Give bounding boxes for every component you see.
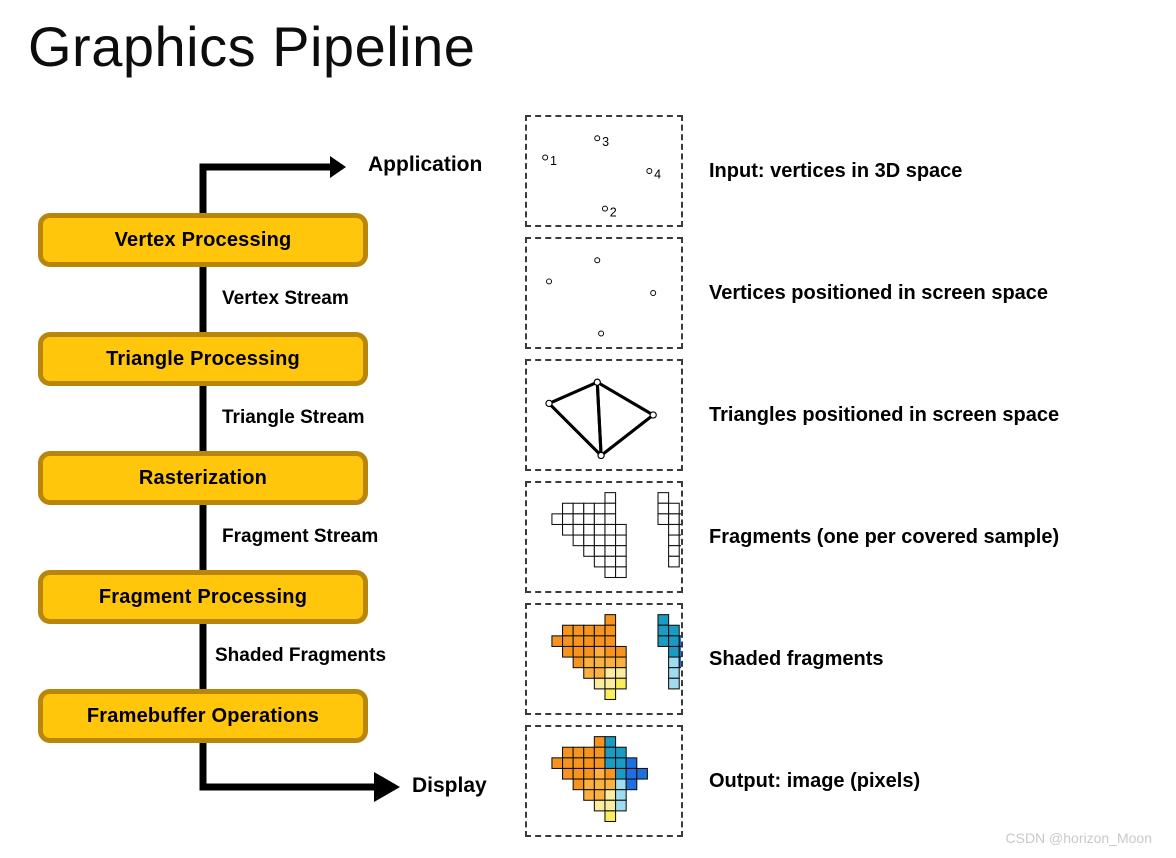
panel-caption: Vertices positioned in screen space — [709, 281, 1049, 304]
stage-label: Fragment Processing — [98, 585, 308, 608]
stage-label: Triangle Processing — [106, 347, 300, 370]
panel-graphic-shaded-fragments — [551, 614, 681, 701]
illustration-row-vertices-screen: Vertices positioned in screen space — [525, 234, 1176, 352]
illustration-row-triangles-screen: Triangles positioned in screen space — [525, 356, 1176, 474]
svg-text:2: 2 — [610, 205, 617, 219]
panel-graphic-fragments — [551, 492, 681, 579]
svg-text:3: 3 — [602, 135, 609, 149]
panel-shaded-fragments — [525, 603, 683, 715]
svg-text:1: 1 — [550, 154, 557, 168]
panel-triangles-screen — [525, 359, 683, 471]
stream-label-shaded-fragments: Shaded Fragments — [215, 645, 387, 666]
illustration-column: 1 2 3 4 Input: vertices in 3D space Vertice… — [525, 0, 1176, 858]
display-label: Display — [412, 774, 487, 797]
panel-graphic-triangles-screen — [545, 378, 657, 460]
svg-text:4: 4 — [654, 168, 661, 182]
panel-graphic-output-image — [551, 736, 648, 823]
stage-label: Rasterization — [138, 466, 268, 489]
panel-vertices-3d: 1 2 3 4 — [525, 115, 683, 227]
stream-label-fragment-stream: Fragment Stream — [222, 526, 379, 547]
illustration-row-vertices-3d: 1 2 3 4 Input: vertices in 3D space — [525, 112, 1176, 230]
panel-caption: Shaded fragments — [709, 647, 884, 670]
stage-label: Vertex Processing — [114, 228, 292, 251]
illustration-row-output-image: Output: image (pixels) — [525, 722, 1176, 840]
stream-label-triangle-stream: Triangle Stream — [222, 407, 365, 428]
stage-vertex-processing[interactable]: Vertex Processing — [38, 213, 368, 267]
watermark: CSDN @horizon_Moon — [1005, 830, 1153, 846]
stage-fragment-processing[interactable]: Fragment Processing — [38, 570, 368, 624]
stream-label-vertex-stream: Vertex Stream — [222, 288, 349, 309]
illustration-row-shaded-fragments: Shaded fragments — [525, 600, 1176, 718]
stage-rasterization[interactable]: Rasterization — [38, 451, 368, 505]
panel-graphic-vertices-screen — [546, 257, 657, 337]
stage-framebuffer-operations[interactable]: Framebuffer Operations — [38, 689, 368, 743]
panel-caption: Fragments (one per covered sample) — [709, 525, 1060, 548]
panel-caption: Output: image (pixels) — [709, 769, 921, 792]
stage-triangle-processing[interactable]: Triangle Processing — [38, 332, 368, 386]
panel-vertices-screen — [525, 237, 683, 349]
panel-fragments — [525, 481, 683, 593]
panel-graphic-vertices-3d: 1 2 3 4 — [542, 135, 661, 219]
panel-caption: Input: vertices in 3D space — [709, 159, 963, 182]
panel-caption: Triangles positioned in screen space — [709, 403, 1060, 426]
stage-label: Framebuffer Operations — [86, 704, 320, 727]
application-label: Application — [368, 153, 483, 176]
pipeline-flow-column: Application Vertex Processing Vertex Str… — [0, 0, 520, 858]
illustration-row-fragments: Fragments (one per covered sample) — [525, 478, 1176, 596]
panel-output-image — [525, 725, 683, 837]
